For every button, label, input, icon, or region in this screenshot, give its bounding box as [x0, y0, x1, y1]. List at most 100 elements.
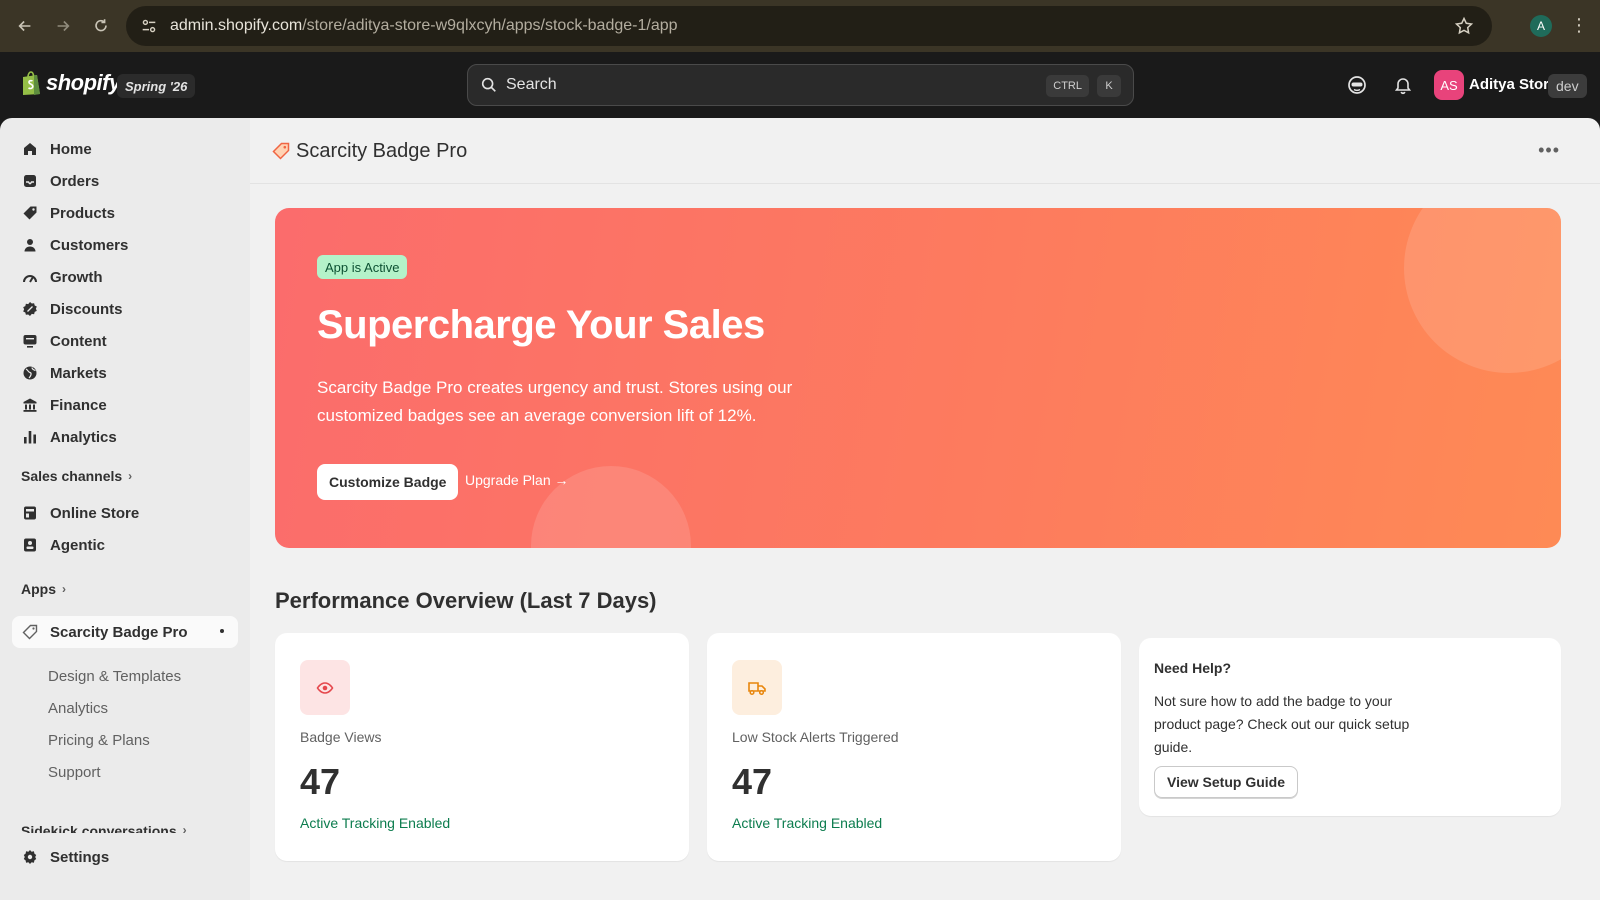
browser-menu-icon[interactable]: ⋮ [1570, 16, 1588, 34]
inbox-icon [21, 172, 39, 190]
sidebar-item-label: Online Store [50, 504, 140, 522]
sidebar-item-label: Discounts [50, 300, 123, 318]
help-card: Need Help? Not sure how to add the badge… [1139, 638, 1561, 816]
section-label-text: Sidekick conversations [21, 823, 177, 833]
sidebar-item-agentic[interactable]: Agentic [12, 530, 238, 560]
store-avatar[interactable]: AS [1434, 70, 1464, 100]
address-bar[interactable]: admin.shopify.com/store/aditya-store-w9q… [126, 6, 1492, 46]
hero-banner: App is Active Supercharge Your Sales Sca… [275, 208, 1561, 548]
sidekick-icon[interactable] [1345, 73, 1369, 97]
gauge-icon [21, 268, 39, 286]
sidebar-item-products[interactable]: Products [12, 198, 238, 228]
chevron-right-icon: › [62, 582, 66, 596]
sidebar-subitem-pricing-plans[interactable]: Pricing & Plans [48, 732, 150, 749]
sidebar-item-content[interactable]: Content [12, 326, 238, 356]
admin-topbar: shopify Spring '26 Search CTRL K AS Adit… [0, 52, 1600, 118]
sidebar-item-customers[interactable]: Customers [12, 230, 238, 260]
sidebar-item-home[interactable]: Home [12, 134, 238, 164]
sidebar-item-label: Agentic [50, 536, 106, 554]
view-setup-guide-button[interactable]: View Setup Guide [1154, 766, 1298, 798]
search-input[interactable]: Search CTRL K [467, 64, 1134, 106]
discount-icon [21, 300, 39, 318]
app-tag-icon [21, 623, 39, 641]
chevron-right-icon: › [182, 823, 187, 833]
sidebar-item-label: Markets [50, 364, 107, 382]
sidebar-item-label: Home [50, 140, 92, 158]
globe-icon [21, 364, 39, 382]
shortcut-ctrl-key: CTRL [1046, 75, 1089, 97]
eye-icon [300, 660, 350, 715]
sidebar-item-analytics[interactable]: Analytics [12, 422, 238, 452]
tag-icon [21, 204, 39, 222]
sidebar-item-finance[interactable]: Finance [12, 390, 238, 420]
sidebar-item-growth[interactable]: Growth [12, 262, 238, 292]
hero-description: Scarcity Badge Pro creates urgency and t… [317, 378, 793, 425]
person-icon [21, 236, 39, 254]
sales-channels-heading[interactable]: Sales channels › [21, 468, 132, 484]
reload-button[interactable] [84, 9, 118, 43]
shopify-logo[interactable]: shopify [20, 70, 121, 96]
search-placeholder: Search [506, 76, 557, 93]
url-text: admin.shopify.com/store/aditya-store-w9q… [170, 17, 678, 34]
bell-icon[interactable] [1391, 73, 1415, 97]
arrow-right-icon [57, 20, 70, 32]
page-header: Scarcity Badge Pro ••• [250, 118, 1600, 184]
badge-views-card: Badge Views 47 Active Tracking Enabled [275, 633, 689, 861]
site-settings-icon[interactable] [132, 9, 166, 43]
section-label-text: Apps [21, 581, 56, 597]
customize-badge-button[interactable]: Customize Badge [317, 464, 459, 500]
help-title: Need Help? [1154, 660, 1232, 676]
main-content: Scarcity Badge Pro ••• App is Active Sup… [250, 118, 1600, 900]
stat-note: Active Tracking Enabled [300, 815, 451, 831]
apps-heading[interactable]: Apps › [21, 581, 66, 597]
store-name[interactable]: Aditya Store [1469, 76, 1557, 93]
browser-toolbar: admin.shopify.com/store/aditya-store-w9q… [0, 0, 1600, 52]
app-logo-tag-icon [272, 142, 290, 160]
sidebar-nav: Home Orders Products Customers Growth Di… [0, 118, 250, 900]
sidebar-item-label: Content [50, 332, 107, 350]
page-title: Scarcity Badge Pro [296, 140, 468, 162]
stat-note: Active Tracking Enabled [732, 815, 883, 831]
env-badge: dev [1548, 74, 1587, 98]
sidebar-subitem-design-templates[interactable]: Design & Templates [48, 668, 181, 685]
bank-icon [21, 396, 39, 414]
truck-icon [732, 660, 782, 715]
home-icon [21, 140, 39, 158]
arrow-left-icon [18, 20, 31, 32]
back-button[interactable] [8, 9, 42, 43]
stat-value: 47 [732, 761, 773, 802]
sidebar-item-discounts[interactable]: Discounts [12, 294, 238, 324]
active-indicator-dot [220, 629, 224, 633]
decorative-circle [1404, 208, 1561, 373]
more-actions-button[interactable]: ••• [1538, 140, 1560, 161]
sidebar-item-settings[interactable]: Settings [12, 842, 238, 872]
reload-icon [95, 19, 107, 32]
search-icon [480, 76, 498, 94]
sidebar-item-label: Analytics [50, 428, 117, 446]
section-label-text: Sales channels [21, 468, 123, 484]
sidebar-item-markets[interactable]: Markets [12, 358, 238, 388]
sidebar-subitem-support[interactable]: Support [48, 764, 101, 781]
sidebar-item-label: Customers [50, 236, 129, 254]
sidebar-item-scarcity-badge-pro[interactable]: Scarcity Badge Pro [12, 616, 238, 648]
stat-label: Low Stock Alerts Triggered [732, 729, 899, 745]
store-icon [21, 504, 39, 522]
sidebar-subitem-analytics[interactable]: Analytics [48, 700, 108, 717]
browser-profile-avatar[interactable]: A [1530, 15, 1552, 37]
upgrade-plan-link[interactable]: Upgrade Plan → [465, 472, 569, 488]
shopify-wordmark: shopify [46, 70, 121, 95]
bookmark-star-icon[interactable] [1454, 16, 1474, 41]
hero-title: Supercharge Your Sales [317, 303, 765, 347]
sidekick-conversations-heading[interactable]: Sidekick conversations › [21, 823, 187, 833]
agent-icon [21, 536, 39, 554]
sidebar-item-label: Finance [50, 396, 107, 414]
stat-label: Badge Views [300, 729, 382, 745]
sidebar-item-label: Scarcity Badge Pro [50, 623, 188, 641]
sidebar-item-orders[interactable]: Orders [12, 166, 238, 196]
performance-heading: Performance Overview (Last 7 Days) [275, 588, 657, 613]
forward-button[interactable] [46, 9, 80, 43]
shopify-bag-icon [23, 71, 40, 95]
sidebar-item-label: Products [50, 204, 116, 222]
bar-chart-icon [21, 428, 39, 446]
sidebar-item-online-store[interactable]: Online Store [12, 498, 238, 528]
